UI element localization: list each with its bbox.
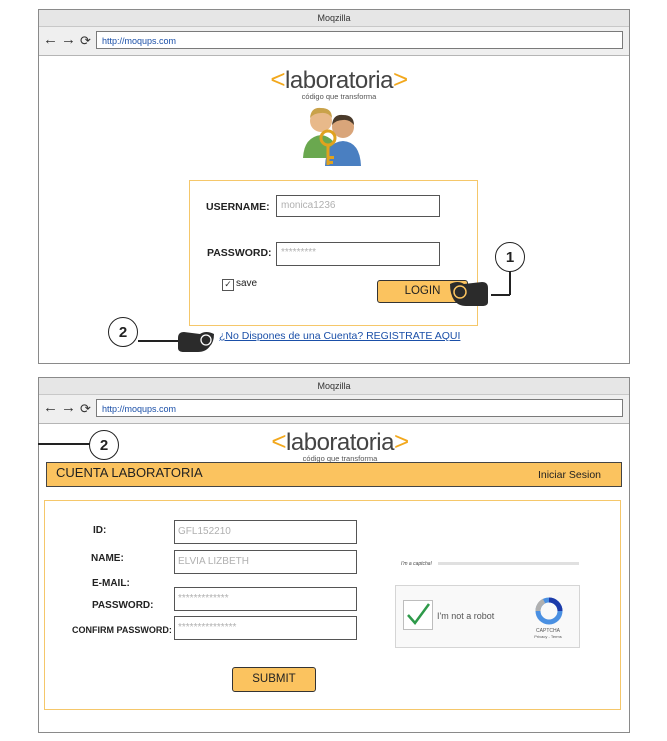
page-header-bar: CUENTA LABORATORIA Iniciar Sesion bbox=[46, 462, 622, 487]
id-label: ID: bbox=[93, 525, 107, 536]
window-title: Moqzilla bbox=[39, 10, 629, 27]
back-arrow-icon[interactable]: ← bbox=[43, 400, 58, 416]
forward-arrow-icon[interactable]: → bbox=[61, 32, 76, 48]
refresh-icon[interactable]: ⟳ bbox=[80, 33, 91, 49]
login-form: USERNAME: monica1236 PASSWORD: *********… bbox=[189, 180, 478, 326]
register-form: ID: GFL152210 NAME: ELVIA LIZBETH E-MAIL… bbox=[44, 500, 621, 710]
recaptcha-logo-icon bbox=[535, 597, 563, 625]
username-label: USERNAME: bbox=[206, 201, 270, 213]
username-input[interactable]: monica1236 bbox=[276, 195, 440, 217]
refresh-icon[interactable]: ⟳ bbox=[80, 401, 91, 417]
password-label: PASSWORD: bbox=[207, 247, 272, 259]
recaptcha-widget: I'm not a robot CAPTCHA Privacy - Terms bbox=[395, 585, 580, 648]
users-key-icon bbox=[303, 107, 361, 166]
recaptcha-checkbox[interactable] bbox=[403, 600, 433, 630]
confirm-password-input[interactable]: *************** bbox=[174, 616, 357, 640]
signin-link[interactable]: Iniciar Sesion bbox=[538, 469, 601, 481]
checkmark-icon bbox=[407, 603, 431, 625]
captcha-answer-line bbox=[438, 562, 579, 565]
url-bar[interactable]: http://moqups.com bbox=[96, 31, 623, 49]
password-input[interactable]: ************* bbox=[174, 587, 357, 611]
laboratoria-logo: <laboratoria> código que transforma bbox=[260, 428, 420, 463]
save-checkbox[interactable]: ✓ bbox=[222, 279, 234, 291]
register-browser-window: Moqzilla ← → ⟳ http://moqups.com <labora… bbox=[38, 377, 630, 733]
laboratoria-logo: <laboratoria> código que transforma bbox=[259, 66, 419, 101]
checkmark-icon: ✓ bbox=[224, 279, 232, 289]
pointing-hand-icon bbox=[178, 332, 214, 352]
browser-toolbar: ← → ⟳ http://moqups.com bbox=[39, 27, 629, 56]
register-link[interactable]: ¿No Dispones de una Cuenta? REGISTRATE A… bbox=[219, 330, 460, 342]
forward-arrow-icon[interactable]: → bbox=[61, 400, 76, 416]
id-input[interactable]: GFL152210 bbox=[174, 520, 357, 544]
callout-1: 1 bbox=[495, 242, 525, 272]
callout-1-line-vertical bbox=[509, 271, 511, 295]
window-title: Moqzilla bbox=[39, 378, 629, 395]
callout-2b-line bbox=[38, 443, 90, 445]
back-arrow-icon[interactable]: ← bbox=[43, 32, 58, 48]
url-bar[interactable]: http://moqups.com bbox=[96, 399, 623, 417]
email-label: E-MAIL: bbox=[92, 578, 130, 589]
callout-2b: 2 bbox=[89, 430, 119, 460]
recaptcha-brand: CAPTCHA Privacy - Terms bbox=[534, 628, 562, 639]
password-label: PASSWORD: bbox=[92, 600, 154, 611]
confirm-password-label: CONFIRM PASSWORD: bbox=[72, 625, 172, 635]
save-label: save bbox=[236, 278, 258, 289]
captcha-hint: I'm a captcha! bbox=[401, 561, 432, 567]
password-input[interactable]: ********* bbox=[276, 242, 440, 266]
name-label: NAME: bbox=[91, 553, 124, 564]
callout-2: 2 bbox=[108, 317, 138, 347]
name-input[interactable]: ELVIA LIZBETH bbox=[174, 550, 357, 574]
callout-1-line bbox=[491, 294, 510, 296]
submit-button[interactable]: SUBMIT bbox=[232, 667, 316, 692]
browser-toolbar: ← → ⟳ http://moqups.com bbox=[39, 395, 629, 424]
recaptcha-label: I'm not a robot bbox=[437, 611, 495, 621]
pointing-hand-icon bbox=[450, 282, 488, 306]
login-browser-window: Moqzilla ← → ⟳ http://moqups.com <labora… bbox=[38, 9, 630, 364]
page-title: CUENTA LABORATORIA bbox=[56, 465, 203, 480]
